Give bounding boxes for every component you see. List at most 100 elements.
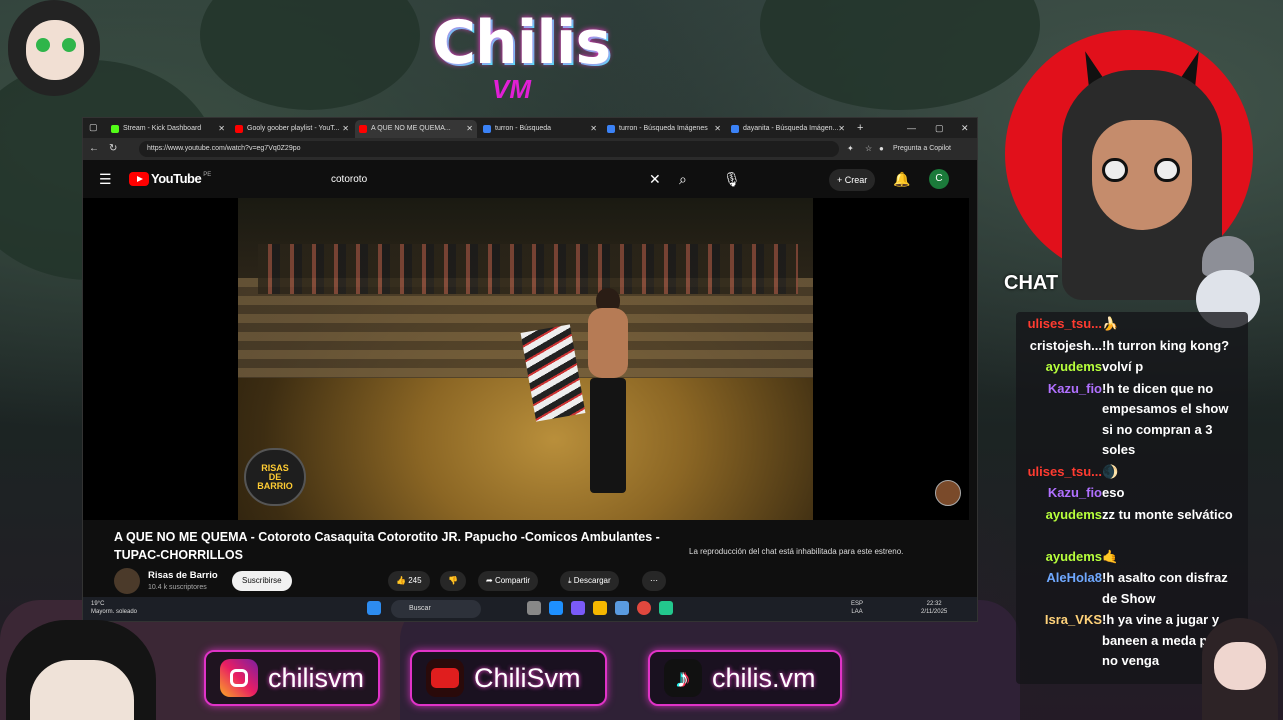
back-icon[interactable]: ←	[89, 141, 99, 157]
chat-text: 🍌	[1102, 316, 1119, 331]
chat-username[interactable]: Isra_VKS	[1045, 610, 1102, 631]
share-button[interactable]: ➦ Compartir	[478, 571, 539, 591]
taskbar-search[interactable]: Buscar	[391, 600, 481, 618]
app-icon[interactable]	[615, 601, 629, 615]
video-player[interactable]: RISAS DE BARRIO	[83, 198, 969, 520]
tab-label: turron - Búsqueda	[495, 125, 552, 132]
social-tiktok[interactable]: ♪ chilis.vm	[648, 650, 842, 706]
clear-search-icon[interactable]: ✕	[649, 169, 661, 189]
address-bar: ← ↻ https://www.youtube.com/watch?v=eg7V…	[83, 138, 977, 160]
plus-icon: +	[837, 175, 845, 185]
dislike-button[interactable]: 👎	[440, 571, 466, 591]
close-icon[interactable]: ✕	[590, 120, 597, 138]
chat-username[interactable]: cristojesh...	[1030, 336, 1102, 357]
download-label: Descargar	[573, 576, 611, 585]
like-button[interactable]: 👍 245	[388, 571, 430, 591]
account-avatar[interactable]: C	[929, 169, 949, 189]
maximize-icon[interactable]: ▢	[935, 118, 944, 138]
close-icon[interactable]: ✕	[838, 120, 845, 138]
channel-branding-avatar[interactable]	[935, 480, 961, 506]
social-instagram[interactable]: chilisvm	[204, 650, 380, 706]
language-code: ESP	[851, 601, 864, 607]
social-youtube[interactable]: ChiliSvm	[410, 650, 607, 706]
file-explorer-icon[interactable]	[593, 601, 607, 615]
tab-active-video[interactable]: A QUE NO ME QUEMA... ✕	[355, 120, 477, 138]
menu-icon[interactable]: ☰	[99, 169, 112, 189]
create-button[interactable]: + Crear	[829, 169, 876, 191]
tab-turron-search[interactable]: turron - Búsqueda ✕	[479, 120, 601, 138]
chat-username[interactable]: ayudems	[1046, 547, 1102, 568]
search-favicon	[607, 125, 615, 133]
chat-username[interactable]: ayudems	[1046, 505, 1102, 526]
new-tab-button[interactable]: +	[857, 118, 863, 138]
video-frame[interactable]: RISAS DE BARRIO	[238, 198, 813, 520]
youtube-wordmark: YouTube	[151, 171, 202, 186]
subscriber-count: 10.4 k suscriptores	[148, 584, 207, 591]
copilot-button[interactable]: Pregunta a Copilot	[893, 141, 951, 157]
microphone-icon[interactable]: 🎙	[723, 169, 741, 189]
close-icon[interactable]: ✕	[218, 120, 225, 138]
browser-window: ▢ Stream - Kick Dashboard ✕ Gooly goober …	[82, 117, 978, 622]
search-icon[interactable]: ⌕	[679, 169, 687, 189]
extensions-icon[interactable]: ✦	[847, 141, 854, 157]
windows-start-icon[interactable]	[367, 601, 381, 615]
close-icon[interactable]: ✕	[714, 120, 721, 138]
avatar-face	[30, 660, 134, 720]
tab-dayanita-images[interactable]: dayanita - Búsqueda Imágen... ✕	[727, 120, 849, 138]
channel-avatar[interactable]	[114, 568, 140, 594]
search-input[interactable]: cotoroto	[321, 169, 671, 191]
url-field[interactable]: https://www.youtube.com/watch?v=eg7Vq0Z2…	[139, 141, 839, 157]
top-left-avatar	[8, 0, 100, 96]
tab-kick-dashboard[interactable]: Stream - Kick Dashboard ✕	[107, 120, 229, 138]
language-indicator[interactable]: ESP LAA	[851, 600, 863, 616]
search-favicon	[731, 125, 739, 133]
chat-username[interactable]: AleHola8	[1046, 568, 1102, 589]
more-actions-button[interactable]: ⋯	[642, 571, 666, 591]
background-tree	[760, 0, 1040, 110]
instagram-icon	[220, 659, 258, 697]
taskbar-search-label: Buscar	[409, 605, 431, 612]
youtube-logo[interactable]: YouTube PE	[129, 171, 211, 186]
profile-icon[interactable]: ●	[879, 141, 884, 157]
chat-username[interactable]: ulises_tsu...	[1028, 314, 1102, 335]
tab-turron-images[interactable]: turron - Búsqueda Imágenes ✕	[603, 120, 725, 138]
tiktok-handle: chilis.vm	[712, 662, 816, 693]
tab-actions-icon[interactable]: ▢	[89, 119, 98, 135]
notifications-icon[interactable]: 🔔	[893, 169, 910, 189]
app-icon[interactable]	[659, 601, 673, 615]
tab-label: Stream - Kick Dashboard	[123, 125, 202, 132]
share-icon: ➦	[486, 576, 495, 585]
vtuber-eye	[1154, 158, 1180, 182]
edge-icon[interactable]	[549, 601, 563, 615]
vtuber-eye	[1102, 158, 1128, 182]
video-title: A QUE NO ME QUEMA - Cotoroto Casaquita C…	[114, 530, 660, 562]
clock-date: 2/11/2025	[921, 609, 948, 615]
chat-username[interactable]: Kazu_fio	[1048, 483, 1102, 504]
subscribe-button[interactable]: Suscribirse	[232, 571, 292, 591]
favorites-icon[interactable]: ☆	[865, 141, 872, 157]
chat-disabled-notice: La reproducción del chat está inhabilita…	[689, 547, 904, 556]
avatar-face	[1214, 642, 1266, 690]
avatar-eye	[36, 38, 50, 52]
task-view-icon[interactable]	[527, 601, 541, 615]
video-actions-row: Risas de Barrio 10.4 k suscriptores Susc…	[114, 568, 974, 594]
chat-username[interactable]: ulises_tsu...	[1028, 462, 1102, 483]
minimize-icon[interactable]: —	[907, 118, 916, 138]
chat-username[interactable]: ayudems	[1046, 357, 1102, 378]
chat-username[interactable]: Kazu_fio	[1048, 379, 1102, 400]
video-scene-crowd	[258, 244, 798, 294]
download-button[interactable]: ⤓ Descargar	[560, 571, 619, 591]
app-icon[interactable]	[571, 601, 585, 615]
avatar-eye	[62, 38, 76, 52]
close-icon[interactable]: ✕	[342, 120, 349, 138]
close-icon[interactable]: ✕	[466, 120, 473, 138]
close-window-icon[interactable]: ✕	[961, 118, 969, 138]
tab-goofy-playlist[interactable]: Gooly goober playlist - YouT... ✕	[231, 120, 353, 138]
chrome-icon[interactable]	[637, 601, 651, 615]
weather-temp: 19°C	[91, 601, 105, 607]
search-favicon	[483, 125, 491, 133]
clock[interactable]: 22:32 2/11/2025	[921, 600, 947, 616]
channel-name[interactable]: Risas de Barrio	[148, 570, 218, 581]
like-count: 245	[408, 576, 422, 585]
refresh-icon[interactable]: ↻	[109, 141, 117, 157]
